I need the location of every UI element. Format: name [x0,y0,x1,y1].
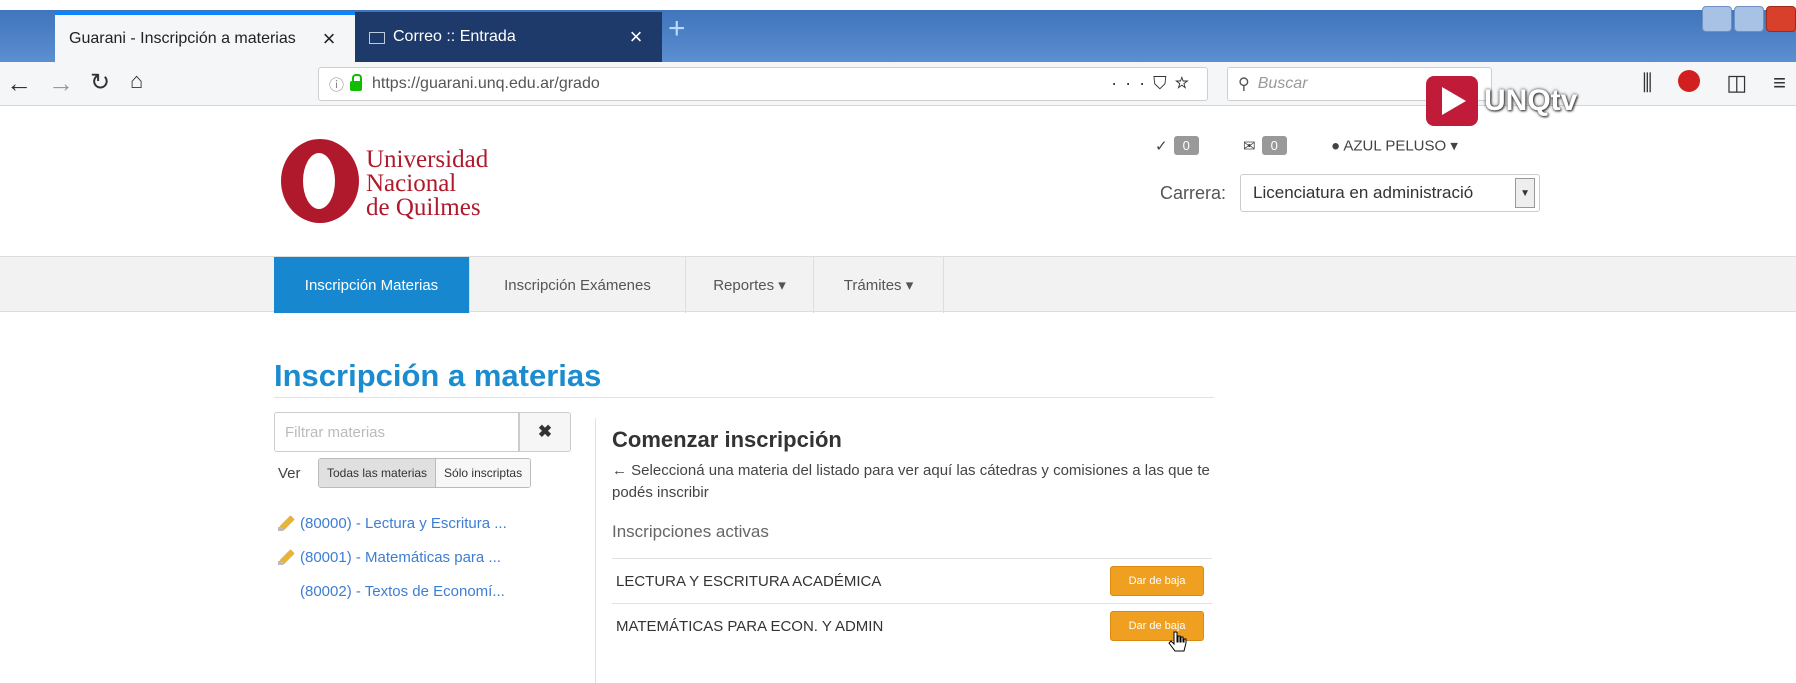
ver-label: Ver [278,465,301,482]
carrera-value: Licenciatura en administració [1253,183,1474,202]
user-area: ✓ 0 ✉ 0 ● AZUL PELUSO ▾ [1155,136,1458,155]
nav-label: Trámites ▾ [843,277,914,294]
clear-filter-button[interactable]: ✖ [519,412,571,452]
search-placeholder: Buscar [1257,75,1308,92]
lock-icon [350,74,363,91]
toggle-todas-materias[interactable]: Todas las materias [319,459,437,487]
panel-instruction: ← Seleccioná una materia del listado par… [612,460,1212,504]
nav-label: Inscripción Materias [304,276,439,294]
pencil-icon [278,515,294,531]
arrow-left-icon: ← [612,462,627,479]
window-controls [1702,6,1796,32]
tab-title: Correo :: Entrada [393,28,516,45]
sidebar-icon[interactable]: ◫ [1726,70,1747,96]
reload-icon[interactable]: ↻ [90,68,110,97]
tab-guarani[interactable]: Guarani - Inscripción a materias × [55,12,355,62]
university-logo-text[interactable]: Universidad Nacional de Quilmes [366,146,489,221]
nav-reportes[interactable]: Reportes ▾ [686,257,814,313]
enrollment-name: MATEMÁTICAS PARA ECON. Y ADMIN [616,617,884,635]
user-icon: ● [1330,137,1341,155]
column-divider [595,418,596,683]
chevron-down-icon: ▾ [1450,137,1458,155]
enrollment-name: LECTURA Y ESCRITURA ACADÉMICA [616,572,882,590]
materia-item[interactable]: (80000) - Lectura y Escritura ... [278,506,507,540]
nav-label: Inscripción Exámenes [504,276,651,294]
logo-line: de Quilmes [366,194,481,221]
filter-materias-input[interactable] [274,412,519,452]
unqtv-text: UNQtv [1484,84,1578,117]
carrera-selector: Carrera: Licenciatura en administració ▼ [1160,174,1541,212]
university-logo-icon[interactable] [281,139,359,223]
materia-label: (80001) - Matemáticas para ... [300,548,501,566]
hand-cursor-icon [1168,631,1187,652]
adblock-icon[interactable] [1678,70,1701,92]
user-name: AZUL PELUSO [1343,137,1447,155]
tabbar-top-strip [0,0,1796,10]
activas-heading: Inscripciones activas [612,522,769,541]
panel-heading: Comenzar inscripción [612,427,842,452]
messages-badge[interactable]: ✉ 0 [1243,136,1287,155]
nav-inscripcion-materias[interactable]: Inscripción Materias [274,257,470,313]
play-icon [1426,76,1478,126]
site-header: Universidad Nacional de Quilmes ✓ 0 ✉ 0 … [0,106,1796,256]
new-tab-button[interactable]: + [668,12,686,46]
library-icon[interactable]: ⫼ [1642,70,1652,96]
view-toggle: Todas las materias Sólo inscriptas [318,458,532,488]
toggle-solo-inscriptas[interactable]: Sólo inscriptas [436,459,531,487]
unqtv-watermark: UNQtv [1426,76,1577,126]
mail-icon [369,32,385,44]
check-icon: ✓ [1155,137,1168,155]
materia-label: (80002) - Textos de Economí... [300,582,505,600]
back-arrow-icon[interactable]: ← [6,68,32,99]
pencil-icon [278,549,294,565]
page-title: Inscripción a materias [274,358,602,393]
nav-label: Reportes ▾ [713,277,786,294]
window-close-button[interactable] [1766,6,1796,32]
tab-title: Guarani - Inscripción a materias [69,29,296,47]
tasks-count: 0 [1173,136,1199,155]
carrera-label: Carrera: [1160,182,1227,203]
logo-line: Universidad [366,146,489,173]
url-text: https://guarani.unq.edu.ar/grado [372,75,600,92]
instruction-text: Seleccioná una materia del listado para … [612,462,1210,501]
user-menu[interactable]: ● AZUL PELUSO ▾ [1331,138,1458,155]
main-nav: Inscripción Materias Inscripción Exámene… [0,256,1796,313]
close-icon: ✖ [537,422,553,441]
logo-line: Nacional [366,170,457,197]
page-actions-icons[interactable]: ···⛉☆ [1111,73,1197,94]
carrera-select[interactable]: Licenciatura en administració ▼ [1240,174,1541,212]
close-icon[interactable]: × [317,26,341,52]
close-icon[interactable]: × [624,24,648,50]
tab-correo[interactable]: Correo :: Entrada × [355,12,662,62]
nav-tramites[interactable]: Trámites ▾ [814,257,944,313]
browser-tabbar: Guarani - Inscripción a materias × Corre… [0,0,1796,62]
materia-list: (80000) - Lectura y Escritura ... (80001… [278,506,507,608]
envelope-icon: ✉ [1242,137,1256,155]
forward-arrow-icon[interactable]: → [48,68,74,99]
maximize-button[interactable] [1734,6,1764,32]
menu-icon[interactable]: ≡ [1773,70,1786,96]
materia-label: (80000) - Lectura y Escritura ... [300,514,507,532]
home-icon[interactable]: ⌂ [130,68,143,94]
messages-count: 0 [1261,136,1287,155]
active-enrollments-table: LECTURA Y ESCRITURA ACADÉMICA Dar de baj… [612,558,1212,648]
info-icon[interactable]: ⓘ [329,74,344,95]
materia-item[interactable]: (80002) - Textos de Economí... [278,574,507,608]
url-bar[interactable]: ⓘ https://guarani.unq.edu.ar/grado ···⛉☆ [318,67,1208,101]
chevron-down-icon[interactable]: ▼ [1515,178,1536,208]
minimize-button[interactable] [1702,6,1732,32]
nav-inscripcion-examenes[interactable]: Inscripción Exámenes [470,257,686,313]
tasks-badge[interactable]: ✓ 0 [1155,136,1199,155]
table-row: MATEMÁTICAS PARA ECON. Y ADMIN Dar de ba… [612,603,1212,648]
search-icon: ⚲ [1238,76,1250,93]
toolbar-icons: ⫼ ◫ ≡ [1642,70,1786,96]
dar-de-baja-button[interactable]: Dar de baja [1110,611,1204,641]
materia-item[interactable]: (80001) - Matemáticas para ... [278,540,507,574]
title-divider [274,397,1214,398]
dar-de-baja-button[interactable]: Dar de baja [1110,566,1204,596]
table-row: LECTURA Y ESCRITURA ACADÉMICA Dar de baj… [612,558,1212,603]
